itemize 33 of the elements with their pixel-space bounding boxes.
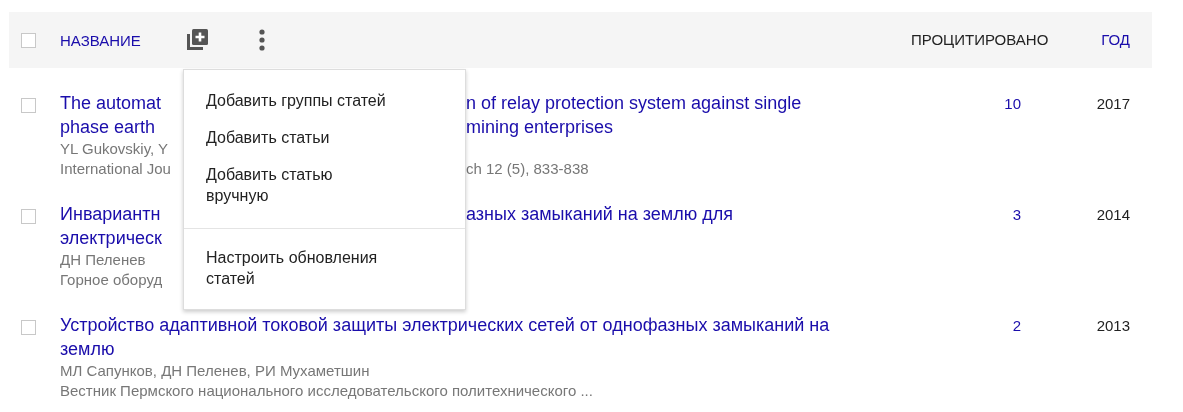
article-title-link[interactable]: The automat [60, 91, 162, 115]
source-text: Вестник Пермского национального исследовательского политехнического ... [60, 381, 594, 401]
source-text: International Jou [60, 159, 171, 179]
authors-text: ДН Пеленев [60, 250, 146, 270]
year-text: 2014 [1096, 206, 1130, 223]
article-title-link[interactable]: phase earth [60, 115, 156, 139]
checkbox[interactable] [21, 98, 36, 114]
article-title-link[interactable]: азных замыканий на землю для [466, 202, 733, 226]
menu-item[interactable]: Настроить обновления статей [206, 247, 396, 289]
menu-item[interactable]: Добавить статьи [206, 127, 330, 148]
source-text: Горное оборуд [60, 270, 163, 290]
article-title-link[interactable]: n of relay protection system against single [466, 91, 802, 115]
column-header[interactable]: ГОД [1101, 31, 1130, 48]
citation-count-link[interactable]: 3 [1012, 206, 1021, 223]
checkbox[interactable] [21, 320, 36, 336]
year-text: 2013 [1096, 317, 1130, 334]
citation-count-link[interactable]: 10 [1004, 95, 1021, 112]
year-text: 2017 [1096, 95, 1130, 112]
authors-text: МЛ Сапунков, ДН Пеленев, РИ Мухаметшин [60, 361, 371, 381]
checkbox[interactable] [21, 33, 36, 49]
authors-text: YL Gukovskiy, Y [60, 139, 169, 159]
checkbox[interactable] [21, 209, 36, 225]
article-title-link[interactable]: Устройство адаптивной токовой защиты электрических сетей от однофазных замыканий на землю [60, 313, 850, 361]
article-title-link[interactable]: электрическ [60, 226, 162, 250]
menu-item[interactable]: Добавить статью вручную [206, 164, 396, 206]
citation-count-link[interactable]: 2 [1012, 317, 1021, 334]
more-menu-icon[interactable] [257, 28, 266, 52]
menu-item[interactable]: Добавить группы статей [206, 90, 386, 111]
article-title-link[interactable]: Инвариантн [60, 202, 161, 226]
article-title-link[interactable]: mining enterprises [466, 115, 614, 139]
source-text: ch 12 (5), 833-838 [466, 159, 589, 179]
column-header[interactable]: НАЗВАНИЕ [60, 31, 141, 49]
column-header[interactable]: ПРОЦИТИРОВАНО [911, 31, 1049, 48]
